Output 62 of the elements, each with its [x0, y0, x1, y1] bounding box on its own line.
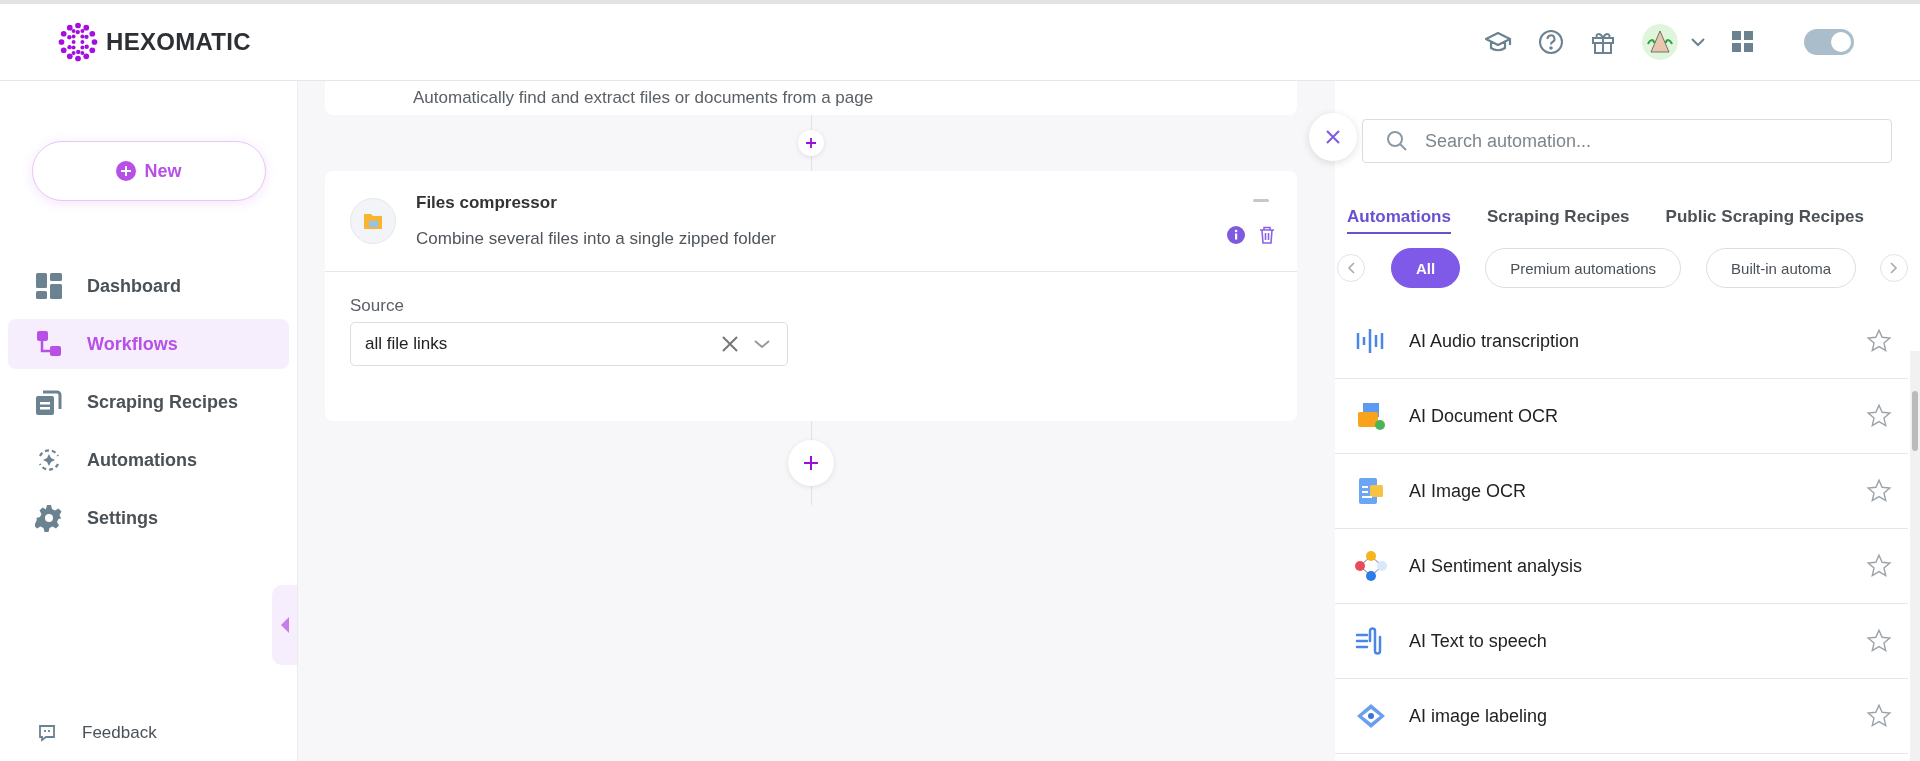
zip-folder-icon: [350, 198, 396, 244]
chevron-right-icon: [1890, 262, 1898, 274]
automation-item[interactable]: AI Audio transcription: [1335, 304, 1908, 379]
collapse-tab[interactable]: [272, 585, 297, 665]
add-step-button[interactable]: [788, 440, 834, 486]
chevron-down-icon[interactable]: [1690, 37, 1706, 47]
star-icon[interactable]: [1866, 553, 1892, 579]
clear-icon[interactable]: [721, 335, 739, 353]
automation-item[interactable]: AI Text to speech: [1335, 604, 1908, 679]
gear-icon: [35, 504, 63, 532]
sidebar-item[interactable]: Workflows: [8, 319, 289, 369]
plus-icon: [116, 161, 137, 181]
avatar[interactable]: [1642, 24, 1678, 60]
star-icon[interactable]: [1866, 478, 1892, 504]
help-icon[interactable]: [1538, 29, 1564, 55]
star-icon[interactable]: [1866, 703, 1892, 729]
sentiment-nodes-icon: [1355, 550, 1387, 582]
automation-item[interactable]: AI Document OCR: [1335, 379, 1908, 454]
filter-chip[interactable]: Premium automations: [1485, 248, 1682, 288]
plus-icon: [805, 137, 817, 149]
chevron-left-icon: [1347, 262, 1355, 274]
automation-item[interactable]: AI Sentiment analysis: [1335, 529, 1908, 604]
feedback-icon[interactable]: [38, 724, 56, 742]
brand-name: HEXOMATIC: [106, 28, 251, 56]
automation-item[interactable]: AI image labeling: [1335, 679, 1908, 754]
source-select[interactable]: all file links: [350, 322, 788, 366]
filter-chip[interactable]: Built-in automa: [1706, 248, 1857, 288]
chevron-down-icon[interactable]: [753, 339, 771, 349]
logo-icon: [56, 20, 100, 64]
collapse-icon[interactable]: [1253, 198, 1269, 202]
sidebar-item[interactable]: Scraping Recipes: [8, 377, 289, 427]
step-description: Combine several files into a single zipped folder: [416, 229, 778, 249]
automation-item[interactable]: AI Image OCR: [1335, 454, 1908, 529]
plus-icon: [803, 455, 819, 471]
add-step-button[interactable]: [798, 130, 824, 156]
close-icon: [1325, 129, 1341, 145]
star-icon[interactable]: [1866, 628, 1892, 654]
tab[interactable]: Automations: [1347, 207, 1451, 234]
trash-icon[interactable]: [1259, 225, 1275, 244]
sidebar-item[interactable]: Automations: [8, 435, 289, 485]
new-button[interactable]: New: [32, 141, 266, 201]
workflow-icon: [35, 330, 63, 358]
filter-chip[interactable]: All: [1391, 248, 1461, 288]
graduation-cap-icon[interactable]: [1484, 30, 1512, 54]
star-icon[interactable]: [1866, 328, 1892, 354]
tab[interactable]: Public Scraping Recipes: [1665, 207, 1864, 234]
caret-left-icon: [280, 617, 289, 633]
tab[interactable]: Scraping Recipes: [1486, 207, 1630, 234]
close-button[interactable]: [1309, 113, 1357, 161]
toggle-switch[interactable]: [1804, 29, 1854, 55]
dashboard-icon: [35, 272, 63, 300]
step-description: Automatically find and extract files or documents from a page: [413, 88, 874, 108]
sidebar-item[interactable]: Settings: [8, 493, 289, 543]
star-icon[interactable]: [1866, 403, 1892, 429]
apps-grid-icon[interactable]: [1732, 31, 1754, 53]
search-field[interactable]: Search automation...: [1362, 119, 1892, 163]
info-icon[interactable]: [1227, 225, 1245, 244]
source-label: Source: [350, 296, 405, 316]
sidebar-item[interactable]: Dashboard: [8, 261, 289, 311]
stacked-documents-icon: [35, 388, 63, 416]
step-title: Files compressor: [416, 193, 558, 213]
feedback-link[interactable]: Feedback: [82, 723, 157, 743]
